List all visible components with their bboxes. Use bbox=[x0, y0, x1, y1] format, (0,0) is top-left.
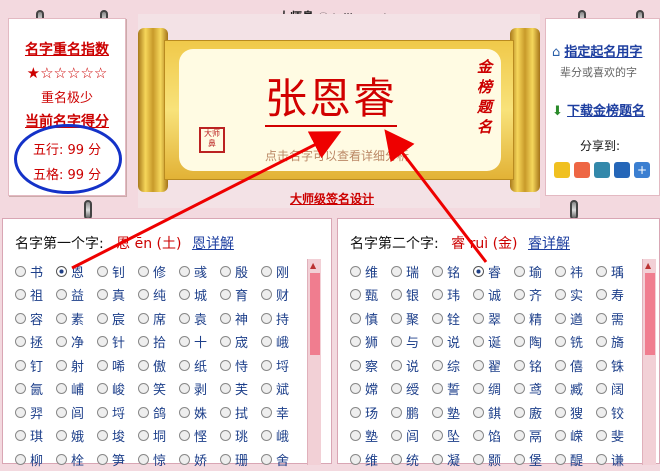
annotation-arrows bbox=[71, 129, 488, 270]
